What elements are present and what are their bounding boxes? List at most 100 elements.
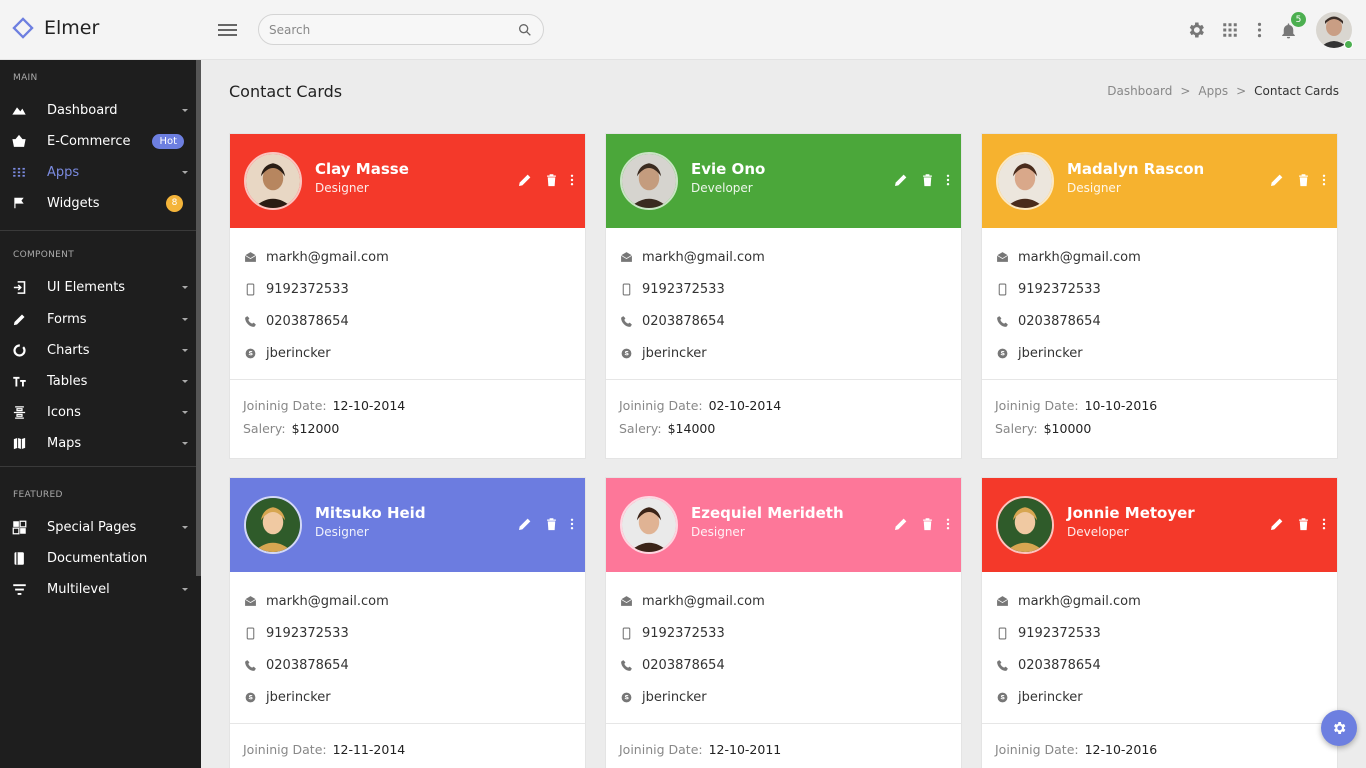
settings-fab[interactable] [1321,710,1357,746]
sidebar-item-dashboard[interactable]: Dashboard [0,96,196,124]
sidebar-item-charts[interactable]: Charts [0,336,196,364]
mobile-phone-icon [619,282,633,296]
contact-mobile[interactable]: 9192372533 [1018,626,1101,641]
contact-email[interactable]: markh@gmail.com [1018,594,1141,609]
phone-icon [619,314,633,328]
user-avatar[interactable] [1316,12,1353,49]
sidebar-item-tables[interactable]: Tables [0,367,196,395]
contact-skype[interactable]: jberincker [266,346,331,361]
chevron-down-icon [182,587,188,591]
joining-date-value: 12-11-2014 [332,742,406,757]
card-footer: Joininig Date: 12-11-2014 [230,724,585,768]
contact-phone[interactable]: 0203878654 [642,658,725,673]
delete-trash-icon[interactable] [543,172,559,188]
more-vertical-icon[interactable] [569,516,575,532]
sidebar-item-special-pages[interactable]: Special Pages [0,513,196,541]
contact-mobile[interactable]: 9192372533 [266,282,349,297]
contact-skype[interactable]: jberincker [1018,346,1083,361]
sidebar-scrollbar[interactable] [196,60,201,576]
contact-skype[interactable]: jberincker [1018,690,1083,705]
card-actions [893,516,951,532]
contact-mobile[interactable]: 9192372533 [266,626,349,641]
joining-date-row: Joininig Date: 12-10-2014 [243,398,572,421]
brand[interactable]: Elmer [12,17,99,39]
contact-email[interactable]: markh@gmail.com [642,250,765,265]
more-vertical-icon[interactable] [1321,172,1327,188]
contact-mobile[interactable]: 9192372533 [1018,282,1101,297]
notification-count-badge: 5 [1291,12,1306,27]
chevron-down-icon [182,170,188,174]
notifications-bell-icon[interactable]: 5 [1278,12,1306,40]
edit-pencil-icon[interactable] [1269,516,1285,532]
contact-phone[interactable]: 0203878654 [642,314,725,329]
contact-mobile[interactable]: 9192372533 [642,282,725,297]
breadcrumb-item-dashboard[interactable]: Dashboard [1107,84,1172,98]
contact-phone[interactable]: 0203878654 [1018,658,1101,673]
skype-icon [619,690,633,704]
edit-pencil-icon[interactable] [1269,172,1285,188]
contact-email[interactable]: markh@gmail.com [266,250,389,265]
breadcrumb-item-apps[interactable]: Apps [1198,84,1228,98]
contact-role: Developer [1067,525,1129,539]
contact-mobile[interactable]: 9192372533 [642,626,725,641]
search-input[interactable] [269,22,517,37]
contact-skype[interactable]: jberincker [266,690,331,705]
more-vertical-icon[interactable] [1321,516,1327,532]
contact-skype[interactable]: jberincker [642,346,707,361]
contact-phone[interactable]: 0203878654 [1018,314,1101,329]
sidebar-item-ui-elements[interactable]: UI Elements [0,273,196,301]
sidebar-item-maps[interactable]: Maps [0,429,196,457]
sidebar-item-ecommerce[interactable]: E-Commerce Hot [0,127,196,155]
contact-email[interactable]: markh@gmail.com [642,594,765,609]
section-title-featured: FEATURED [13,490,63,500]
more-vertical-icon[interactable] [945,172,951,188]
sidebar-item-multilevel[interactable]: Multilevel [0,575,196,603]
sidebar-item-documentation[interactable]: Documentation [0,544,196,572]
sidebar-item-label: Apps [47,164,80,180]
edit-pencil-icon[interactable] [517,516,533,532]
contact-email[interactable]: markh@gmail.com [1018,250,1141,265]
menu-toggle-icon[interactable] [218,24,237,38]
joining-date-label: Joininig Date: [995,398,1079,413]
mail-icon [619,250,633,264]
delete-trash-icon[interactable] [543,516,559,532]
contact-name: Clay Masse [315,160,409,178]
contact-email[interactable]: markh@gmail.com [266,594,389,609]
edit-pencil-icon[interactable] [893,516,909,532]
apps-grid-icon[interactable] [1220,20,1240,40]
login-icon [11,279,27,295]
card-header: Jonnie Metoyer Developer [982,478,1337,572]
salary-row: Salery: $12000 [243,421,572,444]
sidebar-item-widgets[interactable]: Widgets 8 [0,189,196,217]
settings-gear-icon[interactable] [1186,20,1206,40]
skype-row: jberincker [243,681,572,713]
email-row: markh@gmail.com [243,585,572,617]
salary-value: $12000 [291,421,340,436]
sidebar-item-label: Forms [47,311,87,327]
donut-chart-icon [11,342,27,358]
contact-phone[interactable]: 0203878654 [266,314,349,329]
more-vertical-icon[interactable] [569,172,575,188]
edit-pencil-icon[interactable] [893,172,909,188]
more-vertical-icon[interactable] [945,516,951,532]
delete-trash-icon[interactable] [919,172,935,188]
contact-skype[interactable]: jberincker [642,690,707,705]
mobile-phone-icon [243,626,257,640]
edit-pencil-icon[interactable] [517,172,533,188]
contact-avatar [244,496,302,554]
contact-phone[interactable]: 0203878654 [266,658,349,673]
sidebar-item-icons[interactable]: Icons [0,398,196,426]
sidebar-item-forms[interactable]: Forms [0,305,196,333]
delete-trash-icon[interactable] [1295,172,1311,188]
contact-role: Designer [315,525,369,539]
sidebar-item-label: Documentation [47,550,148,566]
delete-trash-icon[interactable] [919,516,935,532]
more-vertical-icon[interactable] [1254,20,1264,40]
joining-date-value: 02-10-2014 [708,398,782,413]
chevron-down-icon [182,441,188,445]
sidebar-item-apps[interactable]: Apps [0,158,196,186]
mail-icon [619,594,633,608]
search-icon[interactable] [517,22,533,38]
contact-name: Jonnie Metoyer [1067,504,1195,522]
delete-trash-icon[interactable] [1295,516,1311,532]
